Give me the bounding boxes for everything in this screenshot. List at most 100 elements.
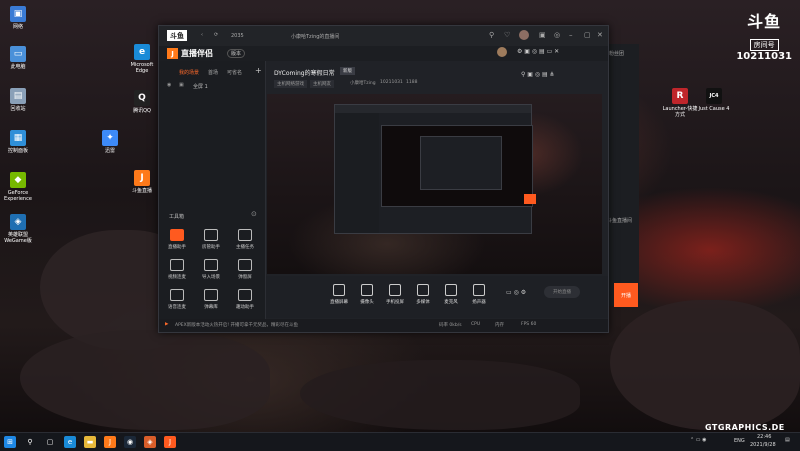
steam-icon[interactable]: ◉ [124,436,136,448]
room-watermark: 斗鱼 房间号 10211031 [736,8,792,62]
tab-my-scene[interactable]: 我的场景 [179,69,199,76]
desktop-icon-network[interactable]: ▣ 网络 [0,6,36,30]
import-scene-icon [204,259,218,271]
phone-cast-icon [389,284,401,296]
clock-date[interactable]: 2021/9/28 [750,442,776,448]
control-speaker[interactable]: 扬声器 [466,284,492,305]
screen-icon [333,284,345,296]
desktop-icon-just-cause[interactable]: JC4 Just Cause 4 [696,88,732,112]
lock-icon[interactable]: ▣ [179,82,184,88]
launcher-icon: R [672,88,688,104]
tool-anchor-task[interactable]: 主播任务 [231,229,259,250]
desktop-icon-douyu[interactable]: J 斗鱼直播 [124,170,160,194]
desktop-icon-label: Just Cause 4 [698,106,730,112]
task-view-icon[interactable]: ▢ [44,436,56,448]
control-media[interactable]: 多媒体 [410,284,436,305]
desktop-icon-control-panel[interactable]: ▦ 控制面板 [0,130,36,154]
watermark-room-number: 10211031 [736,51,792,62]
status-item: 内存 [495,323,504,328]
popup-icon [238,259,252,271]
desktop-icon-label: Microsoft Edge [130,62,154,74]
desktop-icon-computer[interactable]: ▭ 此电脑 [0,46,36,70]
explorer-icon[interactable]: ▬ [84,436,96,448]
desktop-icon-label: 英雄联盟 WeGame版 [4,232,32,244]
desktop-icon-wegame[interactable]: ◈ 英雄联盟 WeGame版 [0,214,36,244]
status-item: FPS 60 [521,322,537,327]
bell-icon[interactable]: ◎ [554,31,560,39]
nested-window-2 [420,136,502,190]
desktop-icon-launcher[interactable]: R Launcher-快捷方式 [662,88,698,118]
recycle-bin-icon: ▤ [10,88,26,104]
stream-tag: 主机网络游戏 [274,80,307,88]
more-icon[interactable]: ⊙ [251,210,257,218]
avatar[interactable] [519,30,529,40]
tool-live-assistant[interactable]: 直播助手 [163,229,191,250]
tab-first[interactable]: 首场 [208,69,218,76]
desktop-icon-xunlei[interactable]: ✦ 迅雷 [92,130,128,154]
control-mic[interactable]: 麦克风 [438,284,464,305]
media-icon [417,284,429,296]
live-assistant-icon [170,229,184,241]
desktop-icon-recycle-bin[interactable]: ▤ 回收站 [0,88,36,112]
start-icon[interactable]: ⊞ [4,436,16,448]
minimize-icon[interactable]: – [569,31,573,39]
desktop-icon-edge[interactable]: e Microsoft Edge [124,44,160,74]
desktop-icon-geforce[interactable]: ◆ GeForce Experience [0,172,36,202]
tool-import-scene[interactable]: 导入场景 [197,259,225,280]
user-avatar[interactable] [497,47,507,57]
nested-window [334,104,533,234]
tool-fun[interactable]: 趣动助手 [231,289,259,310]
douyu-logo-icon: J [167,48,178,59]
tool-label: 房管助手 [202,245,220,250]
add-scene-button[interactable]: + [255,66,262,75]
control-screen[interactable]: 直播屏幕 [326,284,352,305]
app-name: 直播伴侣 [181,49,213,58]
search-icon[interactable]: ⚲ [24,436,36,448]
control-camera[interactable]: 摄像头 [354,284,380,305]
heart-icon[interactable]: ♡ [504,31,510,39]
scene-item[interactable]: ◉ ▣ 全屏 1 [165,81,259,91]
notice-bar: ▶ APEX新版本活动火热开启! 开播可拿千元奖品，精彩尽在斗鱼 码率 0kb/… [159,319,608,332]
tab-other[interactable]: 可省名 [227,69,242,76]
close-icon[interactable]: ✕ [597,31,603,39]
tool-voice-link[interactable]: 语音连麦 [163,289,191,310]
control-phone-cast[interactable]: 手机投屏 [382,284,408,305]
tray-icons[interactable]: ⌃ ▭ ◉ [690,437,706,443]
qq-icon: Q [134,90,150,106]
tool-label: 主播任务 [236,245,254,250]
side-panel-title: 粉丝团 [609,51,625,57]
search-icon[interactable]: ⚲ [489,31,494,39]
app-taskbar-icon[interactable]: ◈ [144,436,156,448]
maximize-icon[interactable]: ▢ [584,31,591,39]
live-taskbar-icon[interactable]: J [164,436,176,448]
eye-icon[interactable]: ◉ [167,82,171,88]
tool-danmu[interactable]: 弹幕库 [197,289,225,310]
tool-popup[interactable]: 弹窗屏 [231,259,259,280]
desktop-icon-label: 腾讯QQ [133,108,151,114]
tool-label: 弹窗屏 [238,275,252,280]
stream-title[interactable]: DYComing的寒假日常 [274,68,335,77]
tool-room-admin[interactable]: 房管助手 [197,229,225,250]
settings-icon[interactable]: ⚙ ▣ ◎ ▤ ▭ ✕ [517,48,559,55]
douyu-taskbar-icon[interactable]: J [104,436,116,448]
clock-time[interactable]: 22:46 [757,434,771,440]
back-icon[interactable]: ‹ [201,32,203,38]
version-badge[interactable]: 版本 [227,49,246,58]
title-bar: 斗鱼 ‹ ⟳ 2035 小康哈Tzing的直播间 ⚲ ♡ ▣ ◎ – ▢ ✕ [159,26,608,47]
refresh-icon[interactable]: ⟳ [214,32,218,38]
tool-video-link[interactable]: 视频连麦 [163,259,191,280]
go-live-button[interactable]: 开播 [614,283,638,307]
desktop-icon-label: GeForce Experience [4,190,32,202]
go-live-pill[interactable]: 开始直播 [544,286,580,298]
app-header: J 直播伴侣 版本 ⚙ ▣ ◎ ▤ ▭ ✕ [159,46,608,61]
notice-text[interactable]: APEX新版本活动火热开启! 开播可拿千元奖品，精彩尽在斗鱼 [175,322,298,328]
camera-toggle-icon[interactable]: ▭ ◎ ⚙ [506,289,526,296]
gift-icon[interactable]: ▣ [539,31,546,39]
desktop-icon-qq[interactable]: Q 腾讯QQ [124,90,160,114]
preview-toolbar-icon[interactable]: ⚲ ▣ ◎ ▤ ⋔ [521,71,555,78]
status-item: CPU [471,322,481,327]
edge-taskbar-icon[interactable]: e [64,436,76,448]
notification-icon[interactable]: ▤ [785,437,790,443]
language-indicator[interactable]: ENG [734,438,745,444]
anchor-task-icon [238,229,252,241]
